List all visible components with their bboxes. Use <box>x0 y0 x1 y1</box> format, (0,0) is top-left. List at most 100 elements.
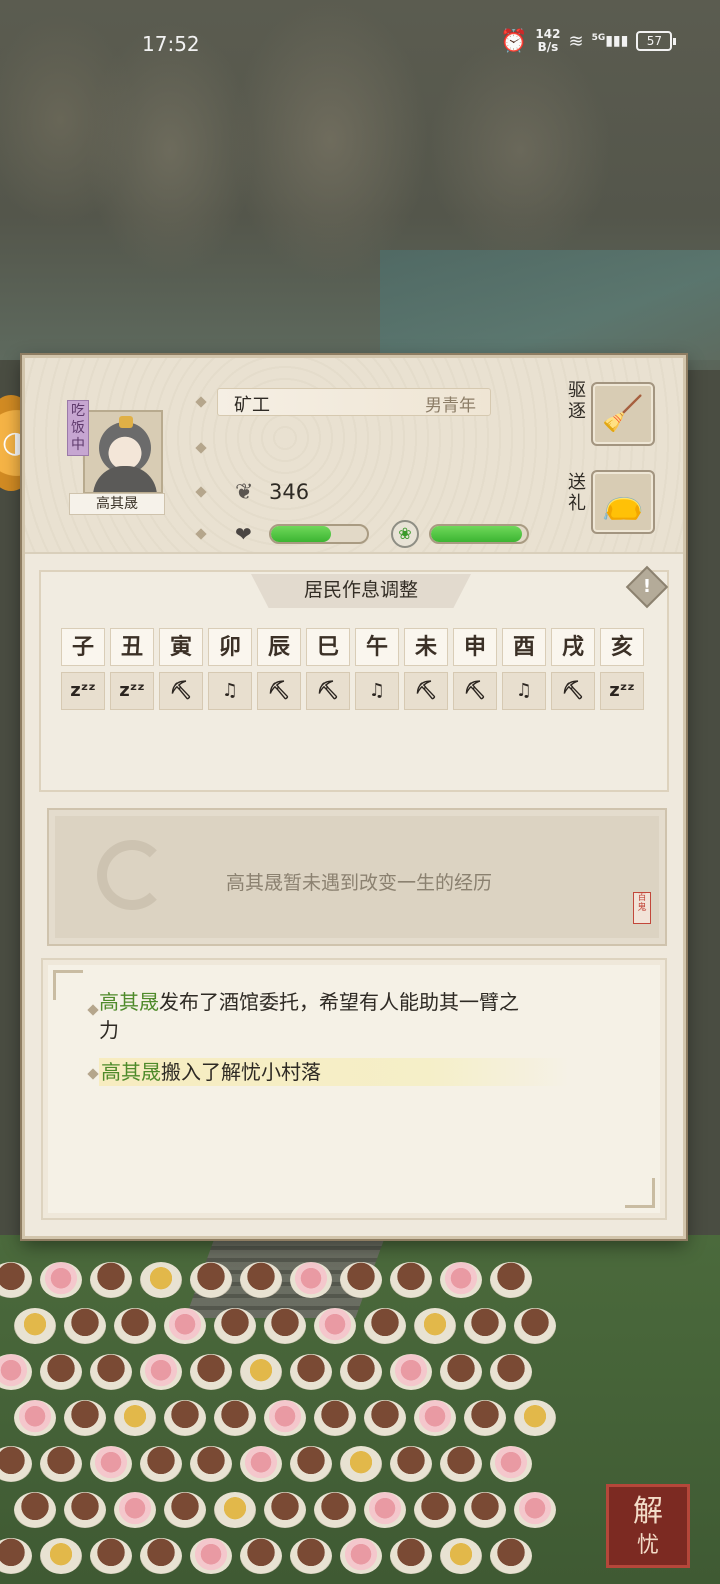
crop-tile <box>40 1354 82 1390</box>
pickaxe-icon[interactable]: ⛏ <box>159 672 203 710</box>
crop-tile <box>164 1492 206 1528</box>
expel-label: 驱逐 <box>568 380 586 422</box>
crop-tile <box>340 1354 382 1390</box>
crop-tile <box>390 1538 432 1574</box>
job-label: 矿工 <box>234 395 270 416</box>
pickaxe-icon[interactable]: ⛏ <box>404 672 448 710</box>
crop-tile <box>240 1354 282 1390</box>
crop-tile <box>290 1538 332 1574</box>
log-entry-name: 高其晟 <box>99 990 159 1014</box>
crop-tile <box>190 1354 232 1390</box>
signal-icon: 5G▮▮▮ <box>591 33 629 49</box>
crop-tile <box>14 1308 56 1344</box>
crop-tile <box>290 1446 332 1482</box>
event-log: 高其晟发布了酒馆委托，希望有人能助其一臂之 力 高其晟搬入了解忧小村落 <box>41 958 667 1220</box>
crop-tile <box>390 1354 432 1390</box>
crop-tile <box>514 1400 556 1436</box>
net-speed-value: 142 <box>535 27 561 41</box>
log-entry-text-cont: 力 <box>99 1018 119 1042</box>
crop-tile <box>314 1492 356 1528</box>
crop-tile <box>390 1262 432 1298</box>
sleep-icon[interactable]: zᶻᶻ <box>110 672 154 710</box>
crop-tile <box>140 1262 182 1298</box>
crop-tile <box>264 1308 306 1344</box>
log-entry: 高其晟发布了酒馆委托，希望有人能助其一臂之 力 <box>99 988 519 1044</box>
schedule-grid: 子丑寅卯辰巳午未申酉戌亥 zᶻᶻ zᶻᶻ ⛏ ♫ ⛏ ⛏ ♫ ⛏ ⛏ ♫ ⛏ zᶻᶻ <box>61 628 644 710</box>
hour-cell[interactable]: 申 <box>453 628 497 666</box>
crop-tile <box>190 1446 232 1482</box>
net-speed: 142 B/s <box>535 28 560 54</box>
corner-ornament <box>625 1178 655 1208</box>
crop-tile <box>314 1400 356 1436</box>
mood-bar <box>429 524 529 544</box>
corner-ornament <box>53 970 83 1000</box>
broom-icon: 🧹 <box>601 394 645 434</box>
leisure-icon[interactable]: ♫ <box>502 672 546 710</box>
hour-cell[interactable]: 亥 <box>600 628 644 666</box>
hour-cell[interactable]: 辰 <box>257 628 301 666</box>
crop-tile <box>190 1538 232 1574</box>
hour-cell[interactable]: 未 <box>404 628 448 666</box>
crop-tile <box>514 1492 556 1528</box>
net-speed-unit: B/s <box>537 40 559 54</box>
corner-seal-line2: 忧 <box>636 1533 659 1558</box>
crop-tile <box>40 1262 82 1298</box>
expel-button[interactable]: 🧹 <box>591 382 655 446</box>
hour-cell[interactable]: 戌 <box>551 628 595 666</box>
info-icon-glyph: ! <box>642 576 652 597</box>
crop-tile <box>490 1262 532 1298</box>
leisure-icon[interactable]: ♫ <box>355 672 399 710</box>
crop-tile <box>464 1308 506 1344</box>
hour-cell[interactable]: 酉 <box>502 628 546 666</box>
schedule-title: 居民作息调整 <box>251 574 471 608</box>
log-entry-text: 发布了酒馆委托，希望有人能助其一臂之 <box>159 990 519 1014</box>
hour-cell[interactable]: 卯 <box>208 628 252 666</box>
crop-tile <box>264 1492 306 1528</box>
hour-cell[interactable]: 午 <box>355 628 399 666</box>
hour-cell[interactable]: 丑 <box>110 628 154 666</box>
crop-tile <box>490 1538 532 1574</box>
resident-panel: 吃饭中 高其晟 矿工 男青年 ❦ 346 ❤ ❀ 驱逐 🧹 送礼 👝 居民作息调… <box>22 355 686 1239</box>
hour-cell[interactable]: 巳 <box>306 628 350 666</box>
sleep-icon[interactable]: zᶻᶻ <box>600 672 644 710</box>
gift-button[interactable]: 👝 <box>591 470 655 534</box>
heart-icon: ❤ <box>235 522 252 546</box>
life-event-text: 高其晟暂未遇到改变一生的经历 <box>225 872 492 894</box>
alarm-icon: ⏰ <box>500 28 528 54</box>
avatar-lamp <box>119 416 133 428</box>
corner-seal-button[interactable]: 解 忧 <box>606 1484 690 1568</box>
wifi-icon: ≋ <box>568 30 584 52</box>
pickaxe-icon[interactable]: ⛏ <box>257 672 301 710</box>
money-icon: ❦ <box>235 480 254 505</box>
crop-tile <box>64 1400 106 1436</box>
crop-tile <box>264 1400 306 1436</box>
hour-cell[interactable]: 子 <box>61 628 105 666</box>
crop-tile <box>64 1308 106 1344</box>
crop-tile <box>40 1538 82 1574</box>
crop-tile <box>140 1538 182 1574</box>
crop-tile <box>364 1308 406 1344</box>
hour-cell[interactable]: 寅 <box>159 628 203 666</box>
mood-bar-fill <box>431 526 523 542</box>
crop-tile <box>414 1308 456 1344</box>
crop-tile <box>290 1354 332 1390</box>
crop-tile <box>214 1400 256 1436</box>
crop-tile <box>64 1492 106 1528</box>
crop-tile <box>514 1308 556 1344</box>
crop-tile <box>490 1446 532 1482</box>
crop-tile <box>340 1262 382 1298</box>
crop-tile <box>340 1538 382 1574</box>
leisure-icon[interactable]: ♫ <box>208 672 252 710</box>
crop-tile <box>240 1538 282 1574</box>
health-bar <box>269 524 369 544</box>
life-event-box: 高其晟暂未遇到改变一生的经历 百鬼 <box>47 808 667 946</box>
gift-bag-icon: 👝 <box>601 482 645 522</box>
crop-tile <box>464 1400 506 1436</box>
pickaxe-icon[interactable]: ⛏ <box>551 672 595 710</box>
crop-tile <box>114 1400 156 1436</box>
pickaxe-icon[interactable]: ⛏ <box>306 672 350 710</box>
crop-tile <box>440 1354 482 1390</box>
resident-avatar[interactable] <box>83 410 163 494</box>
pickaxe-icon[interactable]: ⛏ <box>453 672 497 710</box>
sleep-icon[interactable]: zᶻᶻ <box>61 672 105 710</box>
